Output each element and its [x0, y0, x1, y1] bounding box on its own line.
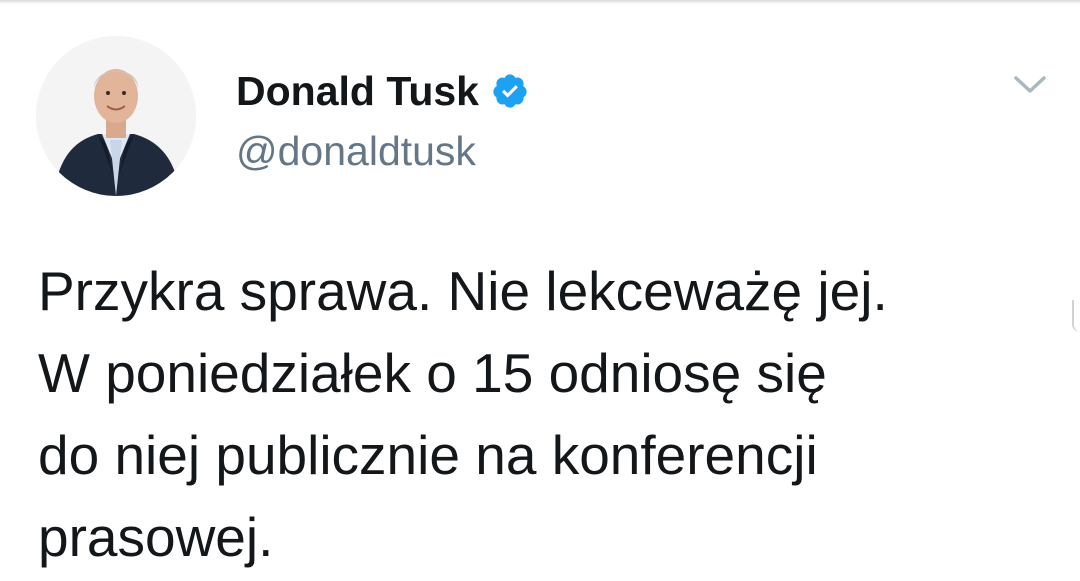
display-name[interactable]: Donald Tusk — [236, 68, 479, 115]
avatar[interactable] — [36, 36, 196, 196]
top-divider — [0, 0, 1080, 4]
chevron-down-icon[interactable] — [1012, 70, 1048, 98]
tweet-header: Donald Tusk @donaldtusk — [36, 36, 1046, 198]
tweet-text: Przykra sprawa. Nie lekceważę jej. W pon… — [38, 260, 888, 568]
user-handle[interactable]: @donaldtusk — [236, 128, 476, 175]
name-row: Donald Tusk — [236, 66, 529, 116]
scroll-edge — [1072, 300, 1080, 332]
verified-badge-icon — [491, 72, 529, 110]
profile-photo-icon — [36, 36, 196, 196]
